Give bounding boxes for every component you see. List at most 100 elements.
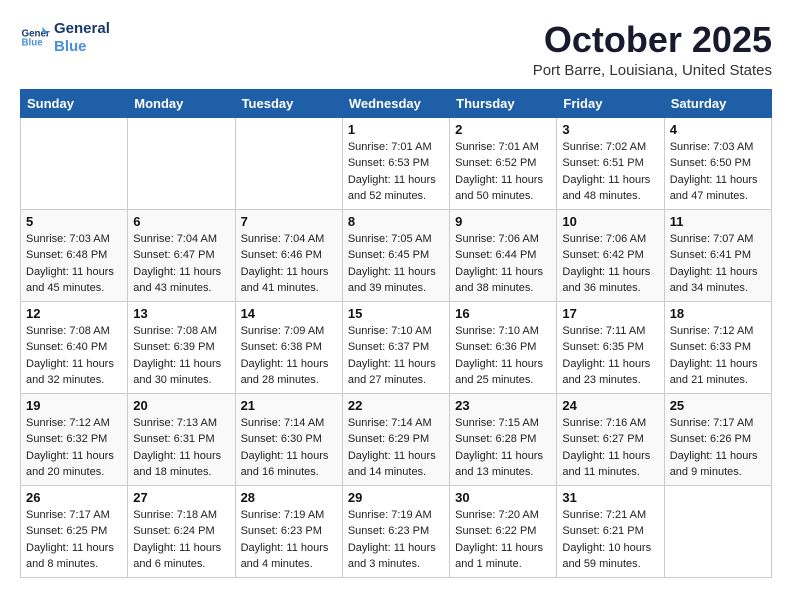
day-number: 2 [455,122,551,137]
weekday-header: Saturday [664,89,771,117]
calendar-cell [128,117,235,209]
day-info: Sunrise: 7:04 AMSunset: 6:47 PMDaylight:… [133,231,229,297]
calendar-cell: 13 Sunrise: 7:08 AMSunset: 6:39 PMDayligh… [128,301,235,393]
calendar-cell: 23 Sunrise: 7:15 AMSunset: 6:28 PMDayligh… [450,393,557,485]
calendar-cell: 11Sunrise: 7:07 AMSunset: 6:41 PMDayligh… [664,209,771,301]
day-number: 22 [348,398,444,413]
day-number: 17 [562,306,658,321]
day-number: 28 [241,490,337,505]
calendar-cell: 29 Sunrise: 7:19 AMSunset: 6:23 PMDayligh… [342,485,449,577]
calendar-cell: 6 Sunrise: 7:04 AMSunset: 6:47 PMDaylight… [128,209,235,301]
day-number: 13 [133,306,229,321]
calendar-cell: 12 Sunrise: 7:08 AMSunset: 6:40 PMDayligh… [21,301,128,393]
calendar-cell: 9 Sunrise: 7:06 AMSunset: 6:44 PMDaylight… [450,209,557,301]
calendar-cell: 19 Sunrise: 7:12 AMSunset: 6:32 PMDayligh… [21,393,128,485]
title-block: October 2025 Port Barre, Louisiana, Unit… [533,20,772,79]
day-number: 7 [241,214,337,229]
calendar-cell: 22Sunrise: 7:14 AMSunset: 6:29 PMDayligh… [342,393,449,485]
calendar-cell: 15 Sunrise: 7:10 AMSunset: 6:37 PMDayligh… [342,301,449,393]
calendar-cell: 24 Sunrise: 7:16 AMSunset: 6:27 PMDayligh… [557,393,664,485]
day-info: Sunrise: 7:03 AMSunset: 6:48 PMDaylight:… [26,231,122,297]
logo: General Blue General Blue [20,20,110,56]
day-number: 27 [133,490,229,505]
calendar-cell: 16 Sunrise: 7:10 AMSunset: 6:36 PMDayligh… [450,301,557,393]
day-number: 8 [348,214,444,229]
weekday-header: Friday [557,89,664,117]
calendar-cell: 27 Sunrise: 7:18 AMSunset: 6:24 PMDayligh… [128,485,235,577]
day-number: 3 [562,122,658,137]
location: Port Barre, Louisiana, United States [533,62,772,79]
calendar-cell: 20 Sunrise: 7:13 AMSunset: 6:31 PMDayligh… [128,393,235,485]
logo-general: General [54,20,110,38]
weekday-header: Thursday [450,89,557,117]
day-number: 23 [455,398,551,413]
day-number: 14 [241,306,337,321]
day-info: Sunrise: 7:03 AMSunset: 6:50 PMDaylight:… [670,139,766,205]
weekday-header: Monday [128,89,235,117]
calendar-cell: 10Sunrise: 7:06 AMSunset: 6:42 PMDayligh… [557,209,664,301]
calendar-week-row: 1Sunrise: 7:01 AMSunset: 6:53 PMDaylight… [21,117,772,209]
calendar-week-row: 12 Sunrise: 7:08 AMSunset: 6:40 PMDayligh… [21,301,772,393]
day-info: Sunrise: 7:01 AMSunset: 6:53 PMDaylight:… [348,139,444,205]
weekday-header: Sunday [21,89,128,117]
day-info: Sunrise: 7:04 AMSunset: 6:46 PMDaylight:… [241,231,337,297]
day-info: Sunrise: 7:02 AMSunset: 6:51 PMDaylight:… [562,139,658,205]
day-info: Sunrise: 7:19 AMSunset: 6:23 PMDaylight:… [241,507,337,573]
calendar-week-row: 5 Sunrise: 7:03 AMSunset: 6:48 PMDaylight… [21,209,772,301]
calendar-cell: 21 Sunrise: 7:14 AMSunset: 6:30 PMDayligh… [235,393,342,485]
month-title: October 2025 [533,20,772,60]
day-number: 11 [670,214,766,229]
calendar-cell [235,117,342,209]
day-info: Sunrise: 7:17 AMSunset: 6:25 PMDaylight:… [26,507,122,573]
day-info: Sunrise: 7:14 AMSunset: 6:30 PMDaylight:… [241,415,337,481]
day-number: 9 [455,214,551,229]
day-info: Sunrise: 7:15 AMSunset: 6:28 PMDaylight:… [455,415,551,481]
day-info: Sunrise: 7:01 AMSunset: 6:52 PMDaylight:… [455,139,551,205]
calendar-cell: 30Sunrise: 7:20 AMSunset: 6:22 PMDayligh… [450,485,557,577]
calendar-table: SundayMondayTuesdayWednesdayThursdayFrid… [20,89,772,578]
day-number: 26 [26,490,122,505]
calendar-cell: 3 Sunrise: 7:02 AMSunset: 6:51 PMDaylight… [557,117,664,209]
calendar-cell: 18 Sunrise: 7:12 AMSunset: 6:33 PMDayligh… [664,301,771,393]
day-info: Sunrise: 7:12 AMSunset: 6:33 PMDaylight:… [670,323,766,389]
weekday-header: Wednesday [342,89,449,117]
day-number: 6 [133,214,229,229]
day-number: 5 [26,214,122,229]
calendar-cell: 26 Sunrise: 7:17 AMSunset: 6:25 PMDayligh… [21,485,128,577]
day-info: Sunrise: 7:18 AMSunset: 6:24 PMDaylight:… [133,507,229,573]
calendar-cell: 14Sunrise: 7:09 AMSunset: 6:38 PMDayligh… [235,301,342,393]
day-number: 31 [562,490,658,505]
day-info: Sunrise: 7:08 AMSunset: 6:39 PMDaylight:… [133,323,229,389]
calendar-cell: 28 Sunrise: 7:19 AMSunset: 6:23 PMDayligh… [235,485,342,577]
day-number: 29 [348,490,444,505]
day-info: Sunrise: 7:17 AMSunset: 6:26 PMDaylight:… [670,415,766,481]
day-number: 16 [455,306,551,321]
day-number: 21 [241,398,337,413]
day-info: Sunrise: 7:12 AMSunset: 6:32 PMDaylight:… [26,415,122,481]
day-info: Sunrise: 7:19 AMSunset: 6:23 PMDaylight:… [348,507,444,573]
calendar-cell: 1Sunrise: 7:01 AMSunset: 6:53 PMDaylight… [342,117,449,209]
day-info: Sunrise: 7:05 AMSunset: 6:45 PMDaylight:… [348,231,444,297]
day-number: 10 [562,214,658,229]
day-number: 25 [670,398,766,413]
day-info: Sunrise: 7:13 AMSunset: 6:31 PMDaylight:… [133,415,229,481]
logo-blue: Blue [54,38,110,56]
day-info: Sunrise: 7:10 AMSunset: 6:37 PMDaylight:… [348,323,444,389]
day-number: 15 [348,306,444,321]
calendar-week-row: 26 Sunrise: 7:17 AMSunset: 6:25 PMDayligh… [21,485,772,577]
day-info: Sunrise: 7:11 AMSunset: 6:35 PMDaylight:… [562,323,658,389]
day-number: 24 [562,398,658,413]
day-info: Sunrise: 7:20 AMSunset: 6:22 PMDaylight:… [455,507,551,573]
calendar-week-row: 19 Sunrise: 7:12 AMSunset: 6:32 PMDayligh… [21,393,772,485]
day-number: 20 [133,398,229,413]
day-number: 18 [670,306,766,321]
calendar-cell: 5 Sunrise: 7:03 AMSunset: 6:48 PMDaylight… [21,209,128,301]
day-info: Sunrise: 7:16 AMSunset: 6:27 PMDaylight:… [562,415,658,481]
page-header: General Blue General Blue October 2025 P… [20,20,772,79]
day-info: Sunrise: 7:10 AMSunset: 6:36 PMDaylight:… [455,323,551,389]
calendar-cell [21,117,128,209]
day-info: Sunrise: 7:06 AMSunset: 6:44 PMDaylight:… [455,231,551,297]
day-number: 19 [26,398,122,413]
day-number: 12 [26,306,122,321]
day-info: Sunrise: 7:08 AMSunset: 6:40 PMDaylight:… [26,323,122,389]
